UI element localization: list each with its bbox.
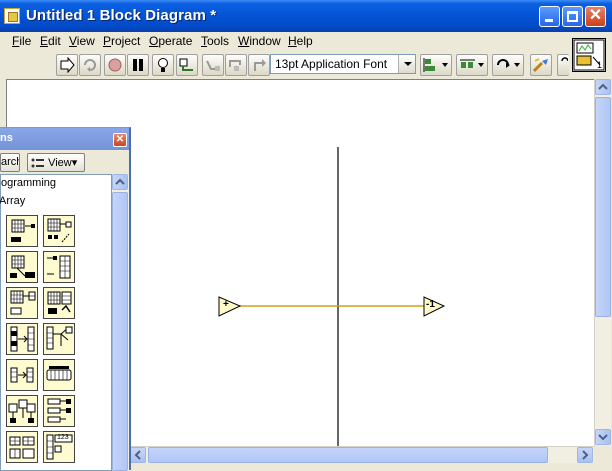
initialize-array-icon[interactable]: [43, 287, 75, 319]
step-over-icon: [229, 60, 241, 71]
step-out-button[interactable]: [248, 54, 270, 76]
array-constant-icon[interactable]: 123: [43, 431, 75, 463]
menu-help[interactable]: Help: [288, 34, 313, 48]
sort-1d-array-icon[interactable]: [6, 395, 38, 427]
step-out-icon: [254, 59, 266, 71]
retain-wire-values-icon: [179, 58, 193, 71]
menu-view[interactable]: View: [69, 34, 95, 48]
palette-scroll-thumb[interactable]: [112, 192, 128, 471]
pause-icon: [133, 59, 143, 71]
minimize-icon: [545, 19, 553, 22]
scroll-up-arrow[interactable]: [595, 79, 611, 95]
context-help-button[interactable]: [557, 54, 569, 76]
distribute-objects-button[interactable]: [456, 54, 488, 76]
palette-row-array[interactable]: Array: [0, 195, 25, 207]
functions-palette: ns ✕ arch View▾ ogramming Array: [0, 127, 131, 471]
window-title: Untitled 1 Block Diagram *: [26, 7, 217, 24]
connector-pane[interactable]: 1: [572, 38, 606, 72]
decrement-node-symbol: -1: [426, 299, 435, 310]
array-constant-label: 123: [57, 434, 69, 441]
increment-node-symbol: +: [223, 299, 229, 310]
chevron-down-icon: ▾: [71, 157, 78, 169]
step-into-icon: [206, 60, 220, 71]
abort-button[interactable]: [104, 54, 126, 76]
context-help-icon: [561, 57, 568, 62]
palette-title: ns: [0, 132, 13, 144]
palette-toolbar: arch View▾: [0, 150, 129, 174]
align-objects-icon: [423, 58, 448, 72]
scroll-right-arrow[interactable]: [577, 447, 593, 463]
minimize-button[interactable]: [539, 6, 560, 27]
palette-title-bar[interactable]: ns ✕: [0, 128, 129, 150]
reorder-button[interactable]: [492, 54, 524, 76]
chevron-left-icon: [134, 450, 141, 460]
menu-edit[interactable]: Edit: [40, 34, 61, 48]
replace-array-subset-icon[interactable]: [6, 251, 38, 283]
highlight-execution-button[interactable]: [152, 54, 174, 76]
step-into-button[interactable]: [202, 54, 224, 76]
maximize-icon: [567, 11, 578, 22]
palette-search-button[interactable]: arch: [0, 153, 20, 172]
palette-close-button[interactable]: ✕: [113, 133, 127, 147]
size-grip[interactable]: [594, 446, 611, 463]
scroll-down-arrow[interactable]: [595, 429, 611, 445]
menu-tools[interactable]: Tools: [201, 34, 229, 48]
menu-file[interactable]: File: [12, 34, 31, 48]
connector-pane-number: 1: [596, 60, 602, 70]
palette-row-programming[interactable]: ogramming: [1, 177, 56, 189]
close-icon: ✕: [115, 134, 125, 145]
title-bar[interactable]: Untitled 1 Block Diagram * ✕: [0, 0, 612, 32]
reorder-icon: [497, 59, 520, 68]
reshape-array-icon[interactable]: [43, 359, 75, 391]
retain-wire-values-button[interactable]: [176, 54, 198, 76]
build-array-icon[interactable]: [6, 323, 38, 355]
horizontal-scroll-thumb[interactable]: [148, 447, 548, 463]
palette-view-button[interactable]: View▾: [27, 153, 85, 172]
vertical-scroll-thumb[interactable]: [595, 97, 611, 317]
run-continuously-button[interactable]: [79, 54, 101, 76]
view-options-icon: [31, 158, 44, 168]
index-array-icon[interactable]: [43, 215, 75, 247]
chevron-down-icon: [598, 434, 608, 441]
run-button[interactable]: [56, 54, 78, 76]
menu-window[interactable]: Window: [238, 34, 281, 48]
chevron-up-icon: [598, 83, 608, 90]
vertical-scrollbar[interactable]: [594, 79, 611, 446]
pause-button[interactable]: [127, 54, 149, 76]
text-settings-select[interactable]: 13pt Application Font: [270, 54, 416, 74]
run-icon: [60, 57, 75, 73]
palette-scrollbar[interactable]: [112, 174, 129, 471]
chevron-up-icon: [115, 178, 125, 185]
min-max-icon[interactable]: [6, 359, 38, 391]
abort-icon: [108, 58, 122, 72]
clean-up-diagram-button[interactable]: [530, 54, 552, 76]
palette-scroll-up-arrow[interactable]: [112, 174, 128, 190]
chevron-down-icon[interactable]: [398, 55, 415, 73]
array-size-icon[interactable]: [6, 215, 38, 247]
scroll-left-arrow[interactable]: [130, 447, 146, 463]
horizontal-scrollbar[interactable]: [130, 446, 594, 463]
highlight-execution-icon: [158, 58, 168, 72]
menu-bar: File Edit View Project Operate Tools Win…: [0, 32, 570, 51]
search-1d-array-icon[interactable]: [43, 395, 75, 427]
distribute-objects-icon: [460, 59, 484, 68]
palette-content[interactable]: ogramming Array 123: [0, 174, 112, 471]
clean-up-diagram-icon: [533, 58, 548, 73]
menu-operate[interactable]: Operate: [149, 34, 192, 48]
chevron-right-icon: [582, 450, 589, 460]
close-icon: ✕: [588, 7, 603, 24]
maximize-button[interactable]: [562, 6, 583, 27]
array-subset-icon[interactable]: [43, 323, 75, 355]
font-select-value: 13pt Application Font: [275, 57, 388, 71]
close-button[interactable]: ✕: [585, 6, 606, 27]
delete-from-array-icon[interactable]: [6, 287, 38, 319]
run-continuously-icon: [84, 59, 96, 72]
split-1d-array-icon[interactable]: [6, 431, 38, 463]
align-objects-button[interactable]: [420, 54, 452, 76]
labview-vi-icon[interactable]: [4, 8, 20, 24]
step-over-button[interactable]: [225, 54, 247, 76]
menu-project[interactable]: Project: [103, 34, 140, 48]
insert-into-array-icon[interactable]: [43, 251, 75, 283]
